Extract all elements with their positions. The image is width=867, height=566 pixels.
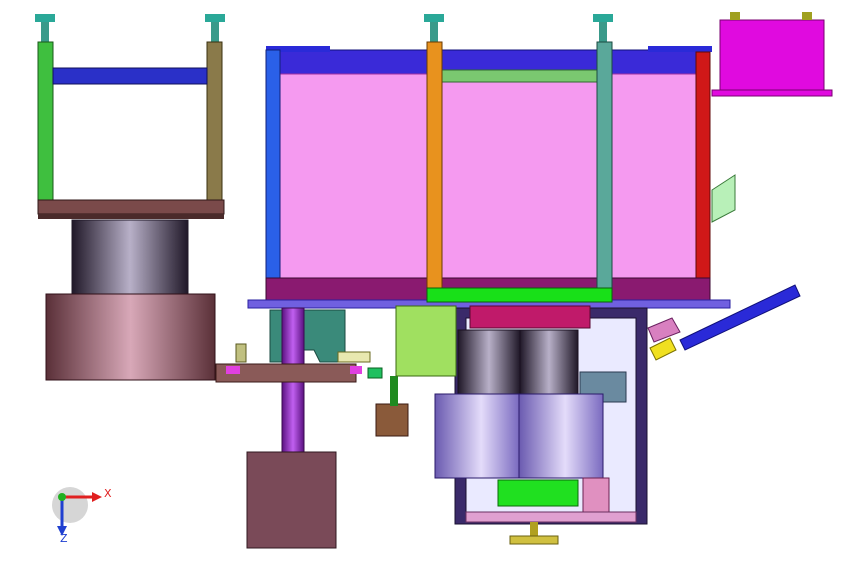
small-sensor-left [235,343,247,363]
right-housing-knob-left [730,12,740,20]
feeder-cylinder-upper-right [519,329,579,395]
triad-y-axis [58,493,66,501]
right-housing-knob-right [802,12,812,20]
mid-green-plate [426,287,613,303]
mid-pillar-cap-left [424,14,444,22]
main-inner-rail [439,69,599,83]
mid-pillar-cap-right [593,14,613,22]
right-chute-pink [647,317,681,343]
support-bracket-teal [269,309,346,363]
triad-x-label: X [104,487,112,500]
feeder-cylinder-lower-right [518,393,604,479]
left-cylinder-lower [45,293,216,381]
beam-pink-block-2 [350,366,362,374]
triad-x-arrow [92,492,102,502]
triad-origin-shadow [52,487,88,523]
feeder-cylinder-lower-left [434,393,520,479]
left-base-plate-lower [38,214,224,219]
right-pillar-olive [206,41,223,201]
lower-left-assembly [215,307,409,549]
top-crossbar-blue [52,67,208,85]
left-pillar-cap-stem [41,22,49,42]
right-pillar-cap [205,14,225,22]
triad-z-label: Z [60,532,68,545]
small-sensor-green [367,367,383,379]
left-cylinder-upper [71,219,189,295]
green-block-left [395,305,457,377]
mid-pillar-teal [596,41,613,291]
right-housing-pink [719,19,825,93]
lower-right-assembly [395,305,648,545]
mid-pillar-stem-right [599,22,607,42]
main-magenta-panel [279,73,699,279]
lower-box-brown [246,451,337,549]
right-pillar-cap-stem [211,22,219,42]
hanging-bracket-brown [375,403,409,437]
left-frame-assembly [35,14,225,381]
feeder-cylinder-upper-left [457,329,521,395]
left-pillar-cap [35,14,55,22]
feeder-base-pink [582,477,610,513]
right-housing-base [711,89,833,97]
small-sensor-mid [337,351,371,363]
hanging-rod-green [390,376,398,406]
main-top-rail-cap-right [648,46,712,52]
left-pillar-green [37,41,54,201]
mid-pillar-stem-left [430,22,438,42]
feeder-base-green [497,479,579,507]
cad-assembly-viewport[interactable]: X Z [0,0,867,562]
beam-pink-block [226,366,240,374]
right-chute-plate [711,174,736,223]
feeder-base-plate [465,511,637,523]
main-left-column-blue [265,49,281,279]
feeder-foot [509,535,559,545]
top-magenta-fitting [469,305,591,329]
left-base-plate [37,199,225,215]
coordinate-triad: X Z [52,487,112,545]
mid-pillar-orange [426,41,443,291]
cad-drawing: X Z [35,12,833,549]
main-right-column-red [695,51,711,279]
